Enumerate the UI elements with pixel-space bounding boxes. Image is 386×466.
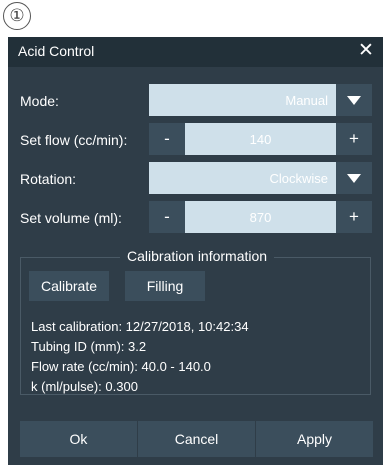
chevron-down-icon [347, 95, 361, 105]
k-value-text: k (ml/pulse): 0.300 [31, 379, 138, 394]
rotation-label: Rotation: [20, 171, 77, 187]
chevron-down-icon [347, 173, 361, 183]
calibrate-button[interactable]: Calibrate [29, 271, 109, 301]
flow-decrement-button[interactable]: - [149, 123, 185, 155]
last-calibration-text: Last calibration: 12/27/2018, 10:42:34 [31, 319, 249, 334]
volume-decrement-button[interactable]: - [149, 201, 185, 233]
volume-increment-button[interactable]: + [336, 201, 372, 233]
apply-button[interactable]: Apply [256, 421, 373, 457]
step-marker: ① [3, 2, 31, 30]
filling-button[interactable]: Filling [125, 271, 205, 301]
close-icon[interactable]: ✕ [355, 39, 377, 63]
set-volume-label: Set volume (ml): [20, 210, 122, 226]
mode-select[interactable]: Manual [149, 84, 336, 116]
dialog-title: Acid Control [18, 43, 95, 59]
set-flow-label: Set flow (cc/min): [20, 132, 128, 148]
flow-increment-button[interactable]: + [336, 123, 372, 155]
flow-rate-text: Flow rate (cc/min): 40.0 - 140.0 [31, 359, 211, 374]
tubing-id-text: Tubing ID (mm): 3.2 [31, 339, 147, 354]
ok-button[interactable]: Ok [20, 421, 137, 457]
title-bar: Acid Control ✕ [8, 37, 383, 67]
acid-control-dialog: Acid Control ✕ Mode: Manual Set flow (cc… [8, 37, 383, 465]
cancel-button[interactable]: Cancel [138, 421, 255, 457]
mode-label: Mode: [20, 93, 59, 109]
rotation-dropdown-button[interactable] [336, 162, 372, 194]
dialog-footer: Ok Cancel Apply [20, 421, 373, 457]
rotation-select[interactable]: Clockwise [149, 162, 336, 194]
mode-dropdown-button[interactable] [336, 84, 372, 116]
calibration-group-title: Calibration information [120, 248, 275, 264]
volume-value-field[interactable]: 870 [185, 201, 336, 233]
flow-value-field[interactable]: 140 [185, 123, 336, 155]
